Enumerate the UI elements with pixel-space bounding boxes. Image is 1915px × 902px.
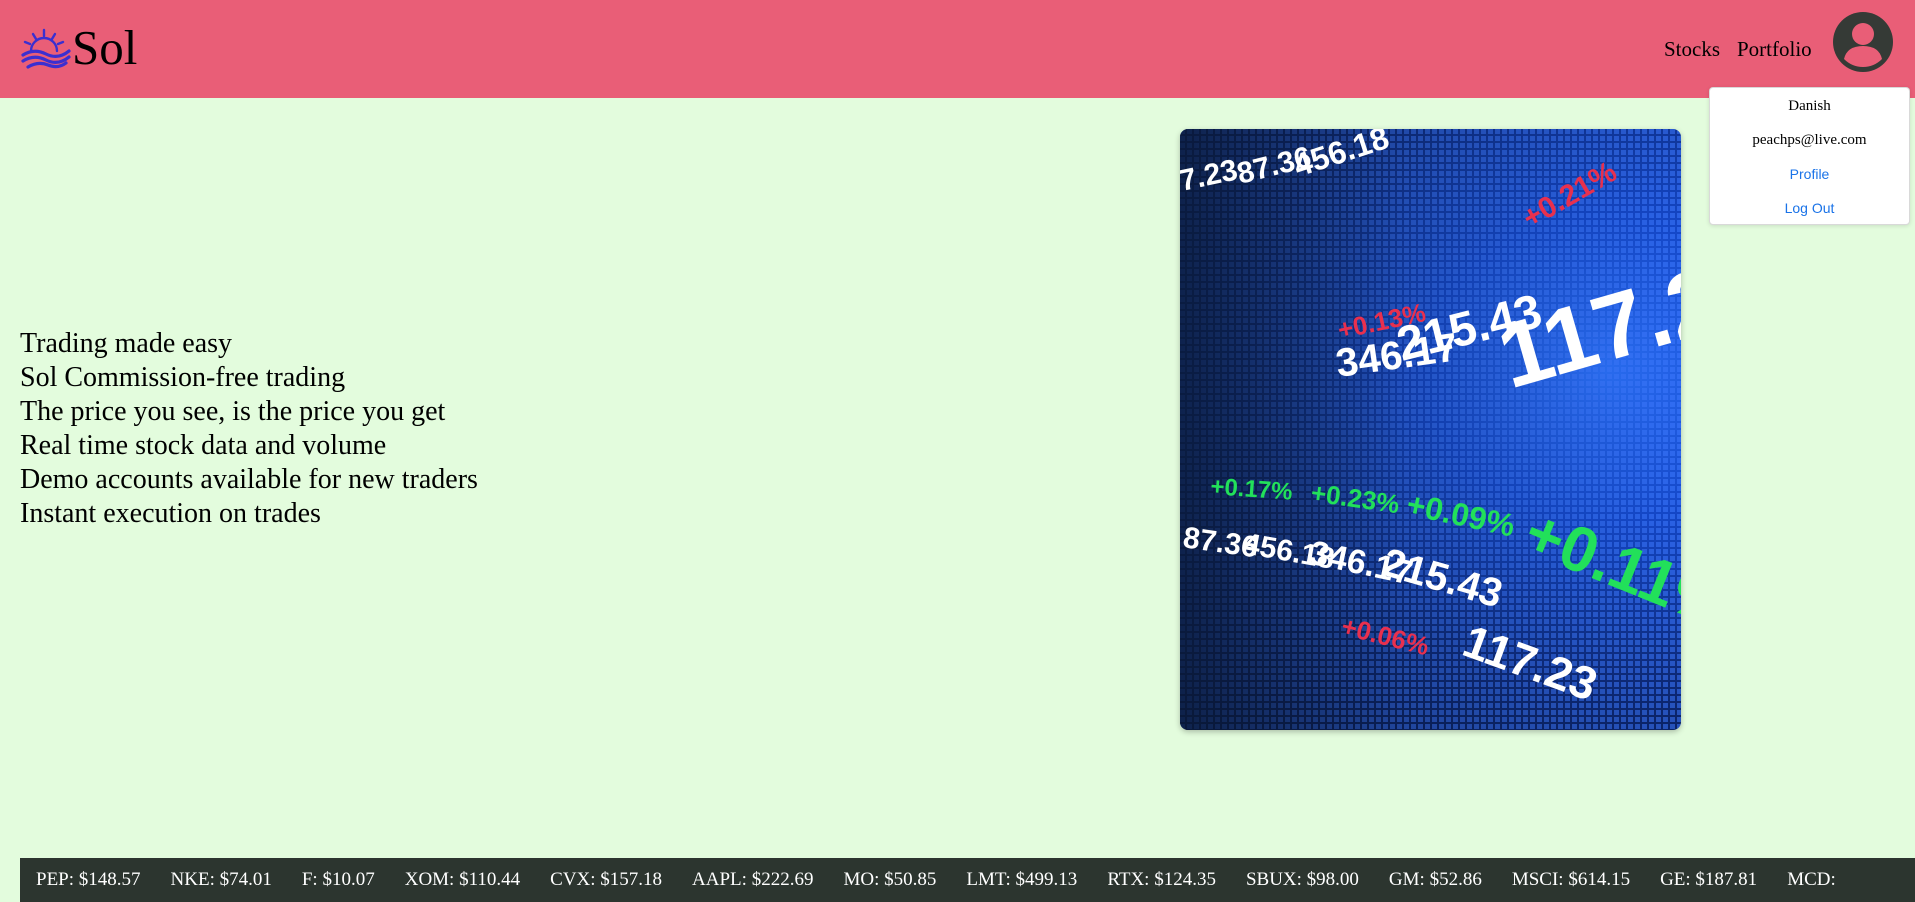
ticker-item[interactable]: RTX: $124.35 (1107, 858, 1216, 902)
feature-list: Trading made easy Sol Commission-free tr… (20, 327, 478, 531)
feature-item: Real time stock data and volume (20, 430, 387, 461)
feature-item: Sol Commission-free trading (20, 362, 346, 393)
ticker-item[interactable]: GE: $187.81 (1660, 858, 1757, 902)
ticker-item[interactable]: PEP: $148.57 (36, 858, 141, 902)
nav-stocks-link[interactable]: Stocks (1664, 37, 1720, 61)
feature-item: Demo accounts available for new traders (20, 464, 478, 495)
brand-name: Sol (72, 20, 138, 75)
user-circle-icon (1833, 12, 1893, 72)
ticker-item[interactable]: LMT: $499.13 (966, 858, 1077, 902)
ticker-item[interactable]: MSCI: $614.15 (1512, 858, 1630, 902)
stock-ticker-bar: PEP: $148.57 NKE: $74.01 F: $10.07 XOM: … (20, 858, 1915, 902)
ticker-item[interactable]: F: $10.07 (302, 858, 375, 902)
feature-item: The price you see, is the price you get (20, 396, 446, 427)
stock-board-illustration: 7.23 87.36 456.18 346.17 215.43 117.23 8… (1180, 129, 1681, 730)
ticker-item[interactable]: XOM: $110.44 (405, 858, 520, 902)
brand-logo[interactable]: Sol (20, 22, 137, 74)
feature-item: Instant execution on trades (20, 498, 321, 529)
ticker-item[interactable]: CVX: $157.18 (550, 858, 662, 902)
stock-board-hero-image: 7.23 87.36 456.18 346.17 215.43 117.23 8… (1180, 129, 1681, 730)
ticker-track: PEP: $148.57 NKE: $74.01 F: $10.07 XOM: … (36, 858, 1866, 902)
user-email: peachps@live.com (1752, 132, 1867, 148)
logout-link[interactable]: Log Out (1710, 199, 1909, 217)
top-navbar: Sol Stocks Portfolio (0, 0, 1915, 98)
profile-link[interactable]: Profile (1710, 165, 1909, 183)
ticker-item[interactable]: SBUX: $98.00 (1246, 858, 1359, 902)
board-change: +0.17% (1210, 473, 1294, 506)
user-name: Danish (1788, 98, 1831, 114)
sun-waves-icon (21, 28, 71, 69)
ticker-item[interactable]: AAPL: $222.69 (692, 858, 813, 902)
ticker-item[interactable]: MCD: (1787, 858, 1836, 902)
ticker-item[interactable]: GM: $52.86 (1389, 858, 1482, 902)
feature-item: Trading made easy (20, 328, 233, 359)
ticker-item[interactable]: MO: $50.85 (843, 858, 936, 902)
nav-portfolio-link[interactable]: Portfolio (1737, 37, 1812, 61)
ticker-item[interactable]: NKE: $74.01 (171, 858, 272, 902)
user-avatar-button[interactable] (1833, 12, 1893, 72)
user-dropdown-menu: Danish peachps@live.com Profile Log Out (1709, 87, 1910, 225)
